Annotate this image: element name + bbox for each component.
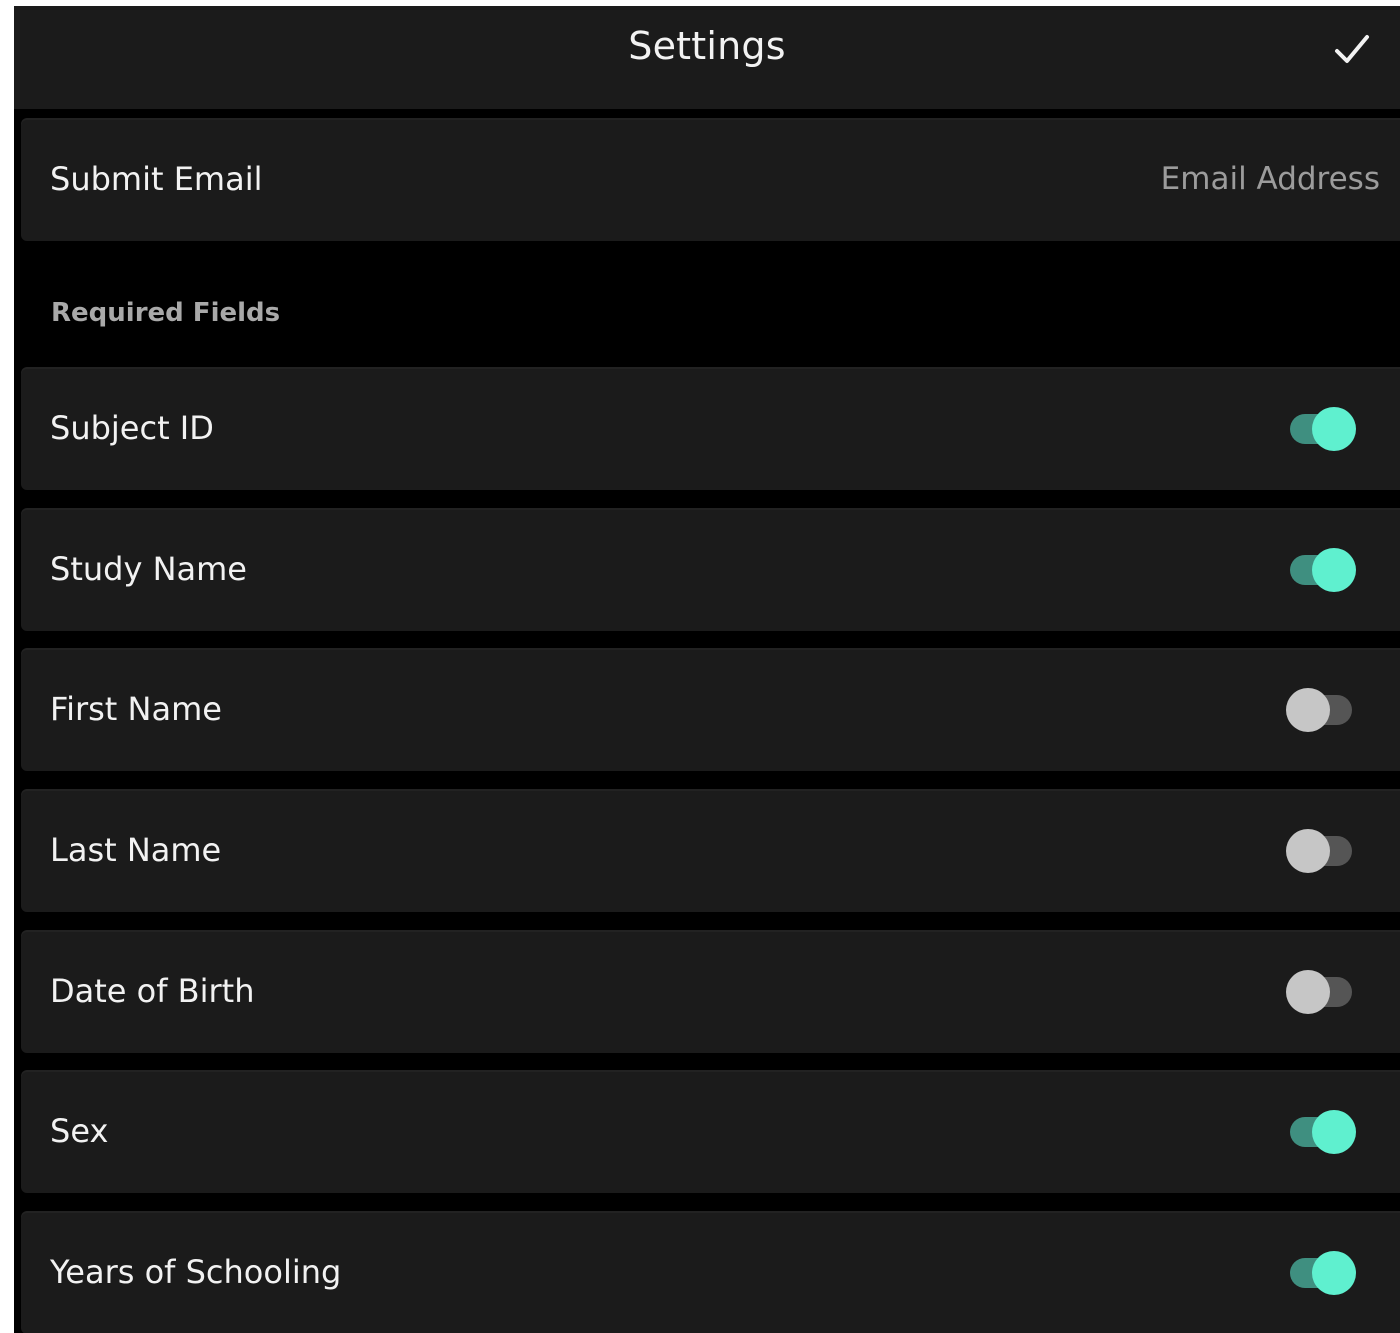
field-label: Years of Schooling [50, 1253, 342, 1291]
years-of-schooling-toggle[interactable] [1286, 1251, 1356, 1295]
toggle-knob [1312, 1251, 1356, 1295]
field-row-first-name: First Name [21, 648, 1400, 771]
checkmark-icon [1335, 35, 1369, 63]
field-row-sex: Sex [21, 1070, 1400, 1193]
field-label: Subject ID [50, 409, 214, 447]
field-row-study-name: Study Name [21, 508, 1400, 631]
done-button[interactable] [1330, 28, 1374, 72]
section-header-required-fields: Required Fields [51, 298, 281, 328]
field-row-years-of-schooling: Years of Schooling [21, 1211, 1400, 1333]
submit-email-row: Submit Email [21, 118, 1400, 241]
field-label: Sex [50, 1112, 109, 1150]
field-label: Last Name [50, 831, 222, 869]
navigation-bar: Settings [14, 6, 1400, 109]
toggle-knob [1312, 1110, 1356, 1154]
settings-screen: Settings Submit Email Required Fields Su… [14, 6, 1400, 1333]
field-row-date-of-birth: Date of Birth [21, 930, 1400, 1053]
toggle-knob [1286, 688, 1330, 732]
toggle-knob [1312, 407, 1356, 451]
toggle-knob [1286, 970, 1330, 1014]
sex-toggle[interactable] [1286, 1110, 1356, 1154]
study-name-toggle[interactable] [1286, 548, 1356, 592]
date-of-birth-toggle[interactable] [1286, 970, 1356, 1014]
first-name-toggle[interactable] [1286, 688, 1356, 732]
toggle-knob [1312, 548, 1356, 592]
last-name-toggle[interactable] [1286, 829, 1356, 873]
field-label: Study Name [50, 550, 247, 588]
field-label: Date of Birth [50, 972, 255, 1010]
email-field[interactable] [880, 154, 1380, 204]
toggle-knob [1286, 829, 1330, 873]
submit-email-label: Submit Email [50, 160, 263, 198]
field-row-subject-id: Subject ID [21, 367, 1400, 490]
subject-id-toggle[interactable] [1286, 407, 1356, 451]
field-label: First Name [50, 690, 222, 728]
page-title: Settings [628, 24, 786, 68]
field-row-last-name: Last Name [21, 789, 1400, 912]
